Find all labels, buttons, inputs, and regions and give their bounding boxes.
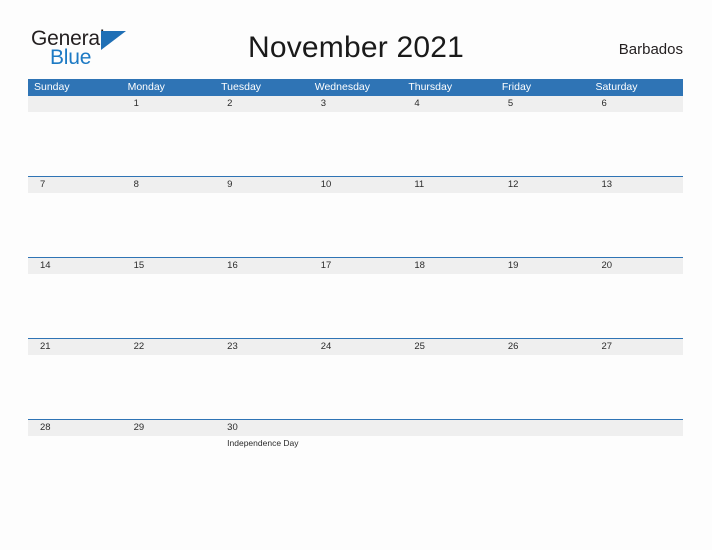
date-number: 13 (601, 179, 613, 190)
date-band (589, 420, 684, 436)
holiday-event: Independence Day (227, 438, 299, 448)
date-number: 6 (601, 98, 607, 109)
date-number: 23 (227, 341, 238, 352)
weekday-monday: Monday (127, 81, 165, 93)
date-number: 17 (320, 260, 332, 271)
calendar-day-cell[interactable]: 14 (28, 258, 122, 338)
calendar-week-row: 21 22 23 24 25 26 27 (28, 338, 684, 419)
calendar-day-cell[interactable]: 30 Independence Day (215, 420, 309, 464)
calendar-day-cell-empty (28, 96, 122, 176)
calendar-day-cell[interactable]: 13 (589, 177, 684, 257)
region-label: Barbados (618, 41, 683, 58)
date-number: 12 (507, 179, 519, 190)
weekday-header-row: Sunday Monday Tuesday Wednesday Thursday… (28, 79, 683, 96)
date-number: 19 (507, 260, 519, 271)
date-number: 24 (320, 341, 332, 352)
calendar-day-cell[interactable]: 7 (28, 177, 122, 257)
calendar-day-cell[interactable]: 16 (215, 258, 309, 338)
calendar-day-cell[interactable]: 5 (495, 96, 590, 176)
weekday-thursday: Thursday (408, 81, 453, 93)
calendar-week-row: 7 8 9 10 11 12 13 (28, 176, 684, 257)
event-list: Independence Day (221, 436, 309, 449)
calendar-day-cell[interactable]: 2 (215, 96, 309, 176)
calendar-week-cells: 21 22 23 24 25 26 27 (28, 339, 684, 419)
calendar-day-cell[interactable]: 3 (308, 96, 403, 176)
date-number: 1 (133, 98, 139, 109)
page-header: General Blue November 2021 Barbados (0, 0, 712, 78)
weekday-friday: Friday (501, 81, 532, 93)
date-number: 10 (320, 179, 332, 190)
date-band (495, 420, 590, 436)
calendar-week-cells: 14 15 16 17 18 19 20 (28, 258, 684, 338)
calendar-day-cell-empty (402, 420, 496, 464)
calendar-day-cell[interactable]: 27 (589, 339, 684, 419)
calendar-day-cell[interactable]: 19 (495, 258, 590, 338)
calendar-day-cell[interactable]: 21 (28, 339, 122, 419)
weekday-saturday: Saturday (595, 81, 638, 93)
date-number: 11 (414, 179, 425, 190)
calendar-day-cell[interactable]: 8 (121, 177, 216, 257)
calendar-day-cell[interactable]: 28 (28, 420, 122, 464)
calendar-week-row: 1 2 3 4 5 6 (28, 96, 684, 176)
calendar-day-cell[interactable]: 4 (402, 96, 496, 176)
calendar-day-cell[interactable]: 29 (121, 420, 216, 464)
date-number: 27 (601, 341, 613, 352)
date-number: 2 (227, 98, 233, 109)
calendar-day-cell[interactable]: 10 (308, 177, 403, 257)
date-number: 4 (414, 98, 420, 109)
calendar-day-cell[interactable]: 24 (308, 339, 403, 419)
calendar-day-cell[interactable]: 1 (121, 96, 216, 176)
date-number: 9 (227, 179, 233, 190)
date-band (402, 420, 496, 436)
date-number: 26 (507, 341, 519, 352)
date-number: 22 (133, 341, 145, 352)
date-number: 29 (133, 422, 145, 433)
weekday-sunday: Sunday (34, 81, 70, 93)
date-number: 15 (133, 260, 145, 271)
calendar-day-cell[interactable]: 12 (495, 177, 590, 257)
calendar-week-cells: 28 29 30 Independence Day (28, 420, 684, 464)
date-number: 25 (414, 341, 425, 352)
date-number: 28 (40, 422, 51, 433)
calendar-weeks: 1 2 3 4 5 6 7 8 9 10 11 12 13 14 15 16 17 18 19 20 21 22 23 24 2… (28, 96, 684, 464)
calendar-week-cells: 7 8 9 10 11 12 13 (28, 177, 684, 257)
calendar-day-cell[interactable]: 26 (495, 339, 590, 419)
date-number: 3 (320, 98, 327, 109)
date-number: 14 (40, 260, 51, 271)
date-number: 21 (40, 341, 51, 352)
date-number: 5 (507, 98, 514, 109)
calendar-day-cell-empty (308, 420, 403, 464)
date-number: 8 (133, 179, 139, 190)
calendar-day-cell[interactable]: 23 (215, 339, 309, 419)
date-number: 18 (414, 260, 425, 271)
calendar-day-cell[interactable]: 6 (589, 96, 684, 176)
calendar-day-cell[interactable]: 17 (308, 258, 403, 338)
page-title: November 2021 (247, 31, 465, 64)
calendar-day-cell[interactable]: 15 (121, 258, 216, 338)
calendar-week-row: 28 29 30 Independence Day (28, 419, 684, 464)
date-band (308, 420, 403, 436)
calendar-day-cell[interactable]: 11 (402, 177, 496, 257)
calendar-day-cell[interactable]: 18 (402, 258, 496, 338)
calendar-week-row: 14 15 16 17 18 19 20 (28, 257, 684, 338)
date-band (28, 96, 122, 112)
weekday-wednesday: Wednesday (314, 81, 370, 93)
date-number: 30 (227, 422, 238, 433)
calendar-day-cell[interactable]: 25 (402, 339, 496, 419)
calendar-day-cell-empty (589, 420, 684, 464)
calendar-week-cells: 1 2 3 4 5 6 (28, 96, 684, 176)
calendar-day-cell[interactable]: 20 (589, 258, 684, 338)
calendar-day-cell[interactable]: 22 (121, 339, 216, 419)
date-number: 20 (601, 260, 613, 271)
calendar-day-cell[interactable]: 9 (215, 177, 309, 257)
calendar-day-cell-empty (495, 420, 590, 464)
date-number: 16 (227, 260, 238, 271)
calendar-grid: Sunday Monday Tuesday Wednesday Thursday… (28, 79, 684, 464)
weekday-tuesday: Tuesday (221, 81, 262, 93)
date-number: 7 (40, 179, 46, 190)
